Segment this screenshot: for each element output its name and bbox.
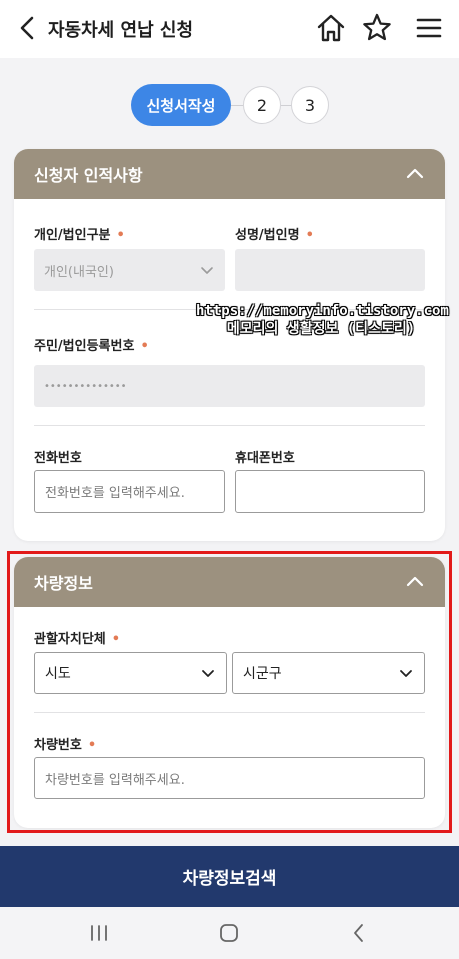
regno-label: 주민/법인등록번호 • (34, 339, 149, 354)
phone-placeholder: 전화번호를 입력해주세요. (45, 486, 185, 501)
car-number-label: 차량번호 • (34, 738, 97, 753)
watermark: https://memoryinfo.tistory.com 메모리의 생활정보… (196, 302, 449, 338)
app-header: 자동차세 연납 신청 (0, 0, 459, 58)
required-mark: • (87, 738, 97, 753)
vehicle-info-card: 차량정보 관할자치단체 • 시도 시군구 차량번호 • 차량번호를 입력해주세요. (14, 557, 445, 828)
regno-field[interactable]: •••••••••••••• (34, 365, 425, 407)
step-1-active: 신청서작성 (131, 84, 231, 126)
sigungu-select[interactable]: 시군구 (232, 652, 425, 694)
required-mark: • (111, 632, 121, 647)
phone-input[interactable]: 전화번호를 입력해주세요. (34, 470, 225, 513)
step-indicator: 신청서작성 2 3 (0, 80, 459, 130)
applicant-info-card: 신청자 인적사항 개인/법인구분 • 성명/법인명 • 개인(내국인) 주민/법인등… (14, 149, 445, 541)
car-number-input[interactable]: 차량번호를 입력해주세요. (34, 757, 425, 799)
watermark-caption: 메모리의 생활정보 (티스토리) (226, 321, 416, 337)
chevron-down-icon (400, 670, 412, 677)
sigungu-value: 시군구 (243, 666, 282, 682)
chevron-down-icon (202, 670, 214, 677)
chevron-left-icon[interactable] (14, 14, 42, 42)
chevron-down-icon (201, 267, 213, 274)
recent-apps-icon[interactable] (87, 921, 111, 945)
system-nav-bar (0, 907, 459, 959)
required-mark: • (305, 228, 314, 243)
jurisdiction-label: 관할자치단체 • (34, 632, 121, 647)
required-mark: • (116, 228, 125, 243)
phone-label: 전화번호 (34, 451, 82, 466)
vehicle-search-button[interactable]: 차량정보검색 (0, 846, 459, 907)
hamburger-menu-icon[interactable] (413, 12, 445, 44)
applicant-section-title: 신청자 인적사항 (34, 166, 143, 185)
required-mark: • (140, 339, 149, 354)
star-icon[interactable] (361, 12, 393, 44)
vehicle-section-header[interactable]: 차량정보 (14, 557, 445, 607)
step-connector (231, 105, 243, 106)
home-nav-icon[interactable] (217, 921, 241, 945)
mobile-label: 휴대폰번호 (235, 451, 295, 466)
vehicle-section-title: 차량정보 (34, 574, 93, 593)
watermark-url: https://memoryinfo.tistory.com (196, 303, 449, 319)
car-number-placeholder: 차량번호를 입력해주세요. (45, 772, 185, 788)
person-type-select[interactable]: 개인(내국인) (34, 249, 225, 291)
regno-value: •••••••••••••• (44, 380, 127, 392)
back-nav-icon[interactable] (347, 921, 371, 945)
home-icon[interactable] (315, 12, 347, 44)
step-2: 2 (243, 86, 281, 124)
page-title: 자동차세 연납 신청 (48, 20, 194, 41)
step-3: 3 (291, 86, 329, 124)
divider (34, 712, 425, 713)
chevron-up-icon[interactable] (405, 572, 425, 592)
divider (34, 425, 425, 426)
mobile-input[interactable] (235, 470, 425, 513)
person-type-label: 개인/법인구분 • (34, 228, 125, 243)
name-label: 성명/법인명 • (235, 228, 314, 243)
applicant-section-header[interactable]: 신청자 인적사항 (14, 149, 445, 199)
person-type-value: 개인(내국인) (44, 264, 114, 280)
chevron-up-icon[interactable] (405, 164, 425, 184)
sido-select[interactable]: 시도 (34, 652, 227, 694)
sido-value: 시도 (45, 666, 71, 682)
name-field[interactable] (235, 249, 425, 291)
